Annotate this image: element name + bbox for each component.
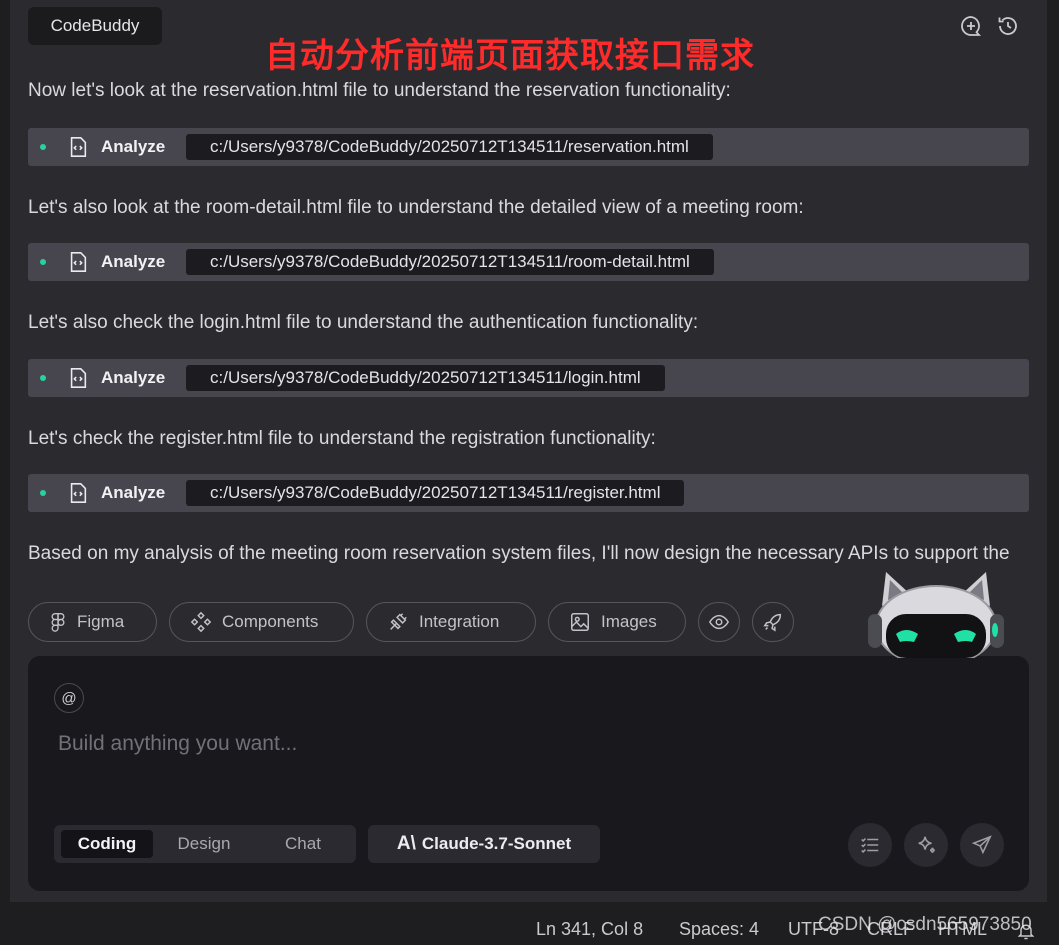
- mode-switcher: Coding Design Chat: [54, 825, 356, 863]
- status-dot: [40, 144, 46, 150]
- file-path[interactable]: c:/Users/y9378/CodeBuddy/20250712T134511…: [186, 480, 685, 506]
- composer: @ Coding Design Chat A\ Claude-3.7-Sonne…: [28, 656, 1029, 891]
- analyze-label: Analyze: [101, 137, 166, 156]
- add-chat-icon[interactable]: [959, 14, 983, 38]
- assistant-message: Now let's look at the reservation.html f…: [28, 80, 731, 101]
- history-icon[interactable]: [996, 14, 1020, 38]
- mode-chat[interactable]: Chat: [255, 830, 351, 858]
- status-dot: [40, 490, 46, 496]
- code-file-icon: [70, 252, 87, 272]
- model-selector[interactable]: A\ Claude-3.7-Sonnet: [368, 825, 600, 863]
- model-name: Claude-3.7-Sonnet: [421, 834, 572, 853]
- figma-chip[interactable]: Figma: [28, 602, 157, 642]
- send-button[interactable]: [960, 823, 1004, 867]
- analyze-label: Analyze: [101, 252, 166, 271]
- integration-chip[interactable]: Integration: [366, 602, 536, 642]
- brand-tab[interactable]: CodeBuddy: [28, 7, 162, 45]
- list-icon: [861, 838, 879, 853]
- eye-icon: [708, 614, 730, 630]
- assistant-message: Let's also check the login.html file to …: [28, 312, 699, 333]
- anthropic-logo: A\: [396, 833, 416, 854]
- enhance-prompt-button[interactable]: [904, 823, 948, 867]
- mode-coding[interactable]: Coding: [61, 830, 153, 858]
- plug-icon: [390, 613, 407, 630]
- deploy-chip[interactable]: [752, 602, 794, 642]
- chip-label: Figma: [77, 612, 125, 631]
- preview-chip[interactable]: [698, 602, 740, 642]
- file-path[interactable]: c:/Users/y9378/CodeBuddy/20250712T134511…: [186, 134, 713, 160]
- mode-design[interactable]: Design: [153, 830, 255, 858]
- robot-mascot-icon: [868, 572, 1004, 658]
- send-icon: [971, 835, 992, 855]
- analyze-step[interactable]: Analyze c:/Users/y9378/CodeBuddy/2025071…: [28, 243, 1029, 281]
- code-file-icon: [70, 137, 87, 157]
- chat-panel: CodeBuddy Now let's look at the reservat…: [10, 0, 1047, 902]
- chip-label: Components: [222, 612, 319, 631]
- assistant-message: Based on my analysis of the meeting room…: [28, 543, 1010, 564]
- code-file-icon: [70, 483, 87, 503]
- sparkle-icon: [918, 836, 935, 853]
- rocket-icon: [763, 613, 782, 632]
- overlay-title: 自动分析前端页面获取接口需求: [265, 36, 755, 76]
- image-icon: [571, 613, 589, 631]
- assistant-message: Let's check the register.html file to un…: [28, 428, 656, 449]
- analyze-step[interactable]: Analyze c:/Users/y9378/CodeBuddy/2025071…: [28, 474, 1029, 512]
- analyze-step[interactable]: Analyze c:/Users/y9378/CodeBuddy/2025071…: [28, 359, 1029, 397]
- prompt-input[interactable]: [56, 728, 820, 760]
- images-chip[interactable]: Images: [548, 602, 686, 642]
- components-chip[interactable]: Components: [169, 602, 354, 642]
- indentation[interactable]: Spaces: 4: [679, 919, 759, 940]
- status-dot: [40, 259, 46, 265]
- file-path[interactable]: c:/Users/y9378/CodeBuddy/20250712T134511…: [186, 249, 714, 275]
- components-icon: [190, 611, 212, 633]
- file-path[interactable]: c:/Users/y9378/CodeBuddy/20250712T134511…: [186, 365, 665, 391]
- analyze-label: Analyze: [101, 483, 166, 502]
- code-file-icon: [70, 368, 87, 388]
- chip-label: Integration: [419, 612, 500, 631]
- assistant-message: Let's also look at the room-detail.html …: [28, 197, 804, 218]
- cursor-position[interactable]: Ln 341, Col 8: [536, 919, 643, 940]
- watermark: CSDN @csdn565973850: [818, 914, 1032, 935]
- task-list-button[interactable]: [848, 823, 892, 867]
- mention-button[interactable]: @: [54, 683, 84, 713]
- analyze-label: Analyze: [101, 368, 166, 387]
- figma-icon: [51, 613, 65, 632]
- analyze-step[interactable]: Analyze c:/Users/y9378/CodeBuddy/2025071…: [28, 128, 1029, 166]
- status-dot: [40, 375, 46, 381]
- chip-label: Images: [601, 612, 657, 631]
